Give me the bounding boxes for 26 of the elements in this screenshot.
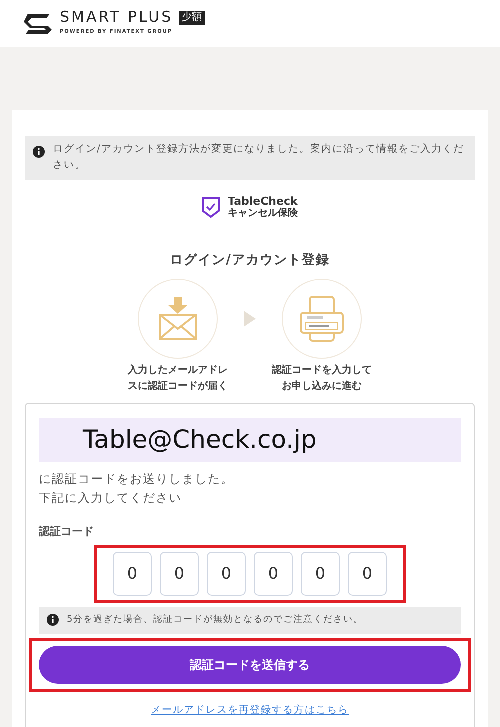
shield-check-icon bbox=[202, 196, 220, 219]
envelope-icon bbox=[158, 296, 198, 341]
submit-button[interactable]: 認証コードを送信する bbox=[39, 646, 461, 684]
info-icon bbox=[33, 146, 45, 158]
next-arrow-icon bbox=[244, 310, 256, 327]
brand-name: SMART PLUS bbox=[60, 10, 174, 26]
sent-message: に認証コードをお送りしました。 下記に入力してください bbox=[39, 470, 235, 508]
partner-product: キャンセル保険 bbox=[228, 208, 298, 220]
email-address: Table@Check.co.jp bbox=[39, 418, 461, 462]
code-digit-field[interactable]: 0 bbox=[301, 552, 340, 596]
code-digit-field[interactable]: 0 bbox=[348, 552, 387, 596]
notice-text: ログイン/アカウント登録方法が変更になりました。案内に沿って情報をご入力ください。 bbox=[53, 142, 466, 173]
code-digit-field[interactable]: 0 bbox=[160, 552, 199, 596]
logo-icon bbox=[24, 12, 52, 36]
brand-badge: 少額 bbox=[179, 10, 206, 25]
expiry-text: 5分を過ぎた場合、認証コードが無効となるのでご注意ください。 bbox=[67, 614, 364, 627]
info-icon bbox=[47, 614, 59, 626]
step-caption: 入力したメールアドレ スに認証コードが届く bbox=[128, 364, 228, 394]
code-digit-field[interactable]: 0 bbox=[207, 552, 246, 596]
code-label: 認証コード bbox=[39, 524, 95, 540]
reregister-link[interactable]: メールアドレスを再登録する方はこちら bbox=[151, 705, 349, 716]
code-digit-field[interactable]: 0 bbox=[113, 552, 152, 596]
code-digit-field[interactable]: 0 bbox=[254, 552, 293, 596]
partner-name: TableCheck bbox=[228, 196, 298, 208]
page-title: ログイン/アカウント登録 bbox=[169, 252, 331, 270]
step-caption: 認証コードを入力して お申し込みに進む bbox=[272, 364, 372, 394]
